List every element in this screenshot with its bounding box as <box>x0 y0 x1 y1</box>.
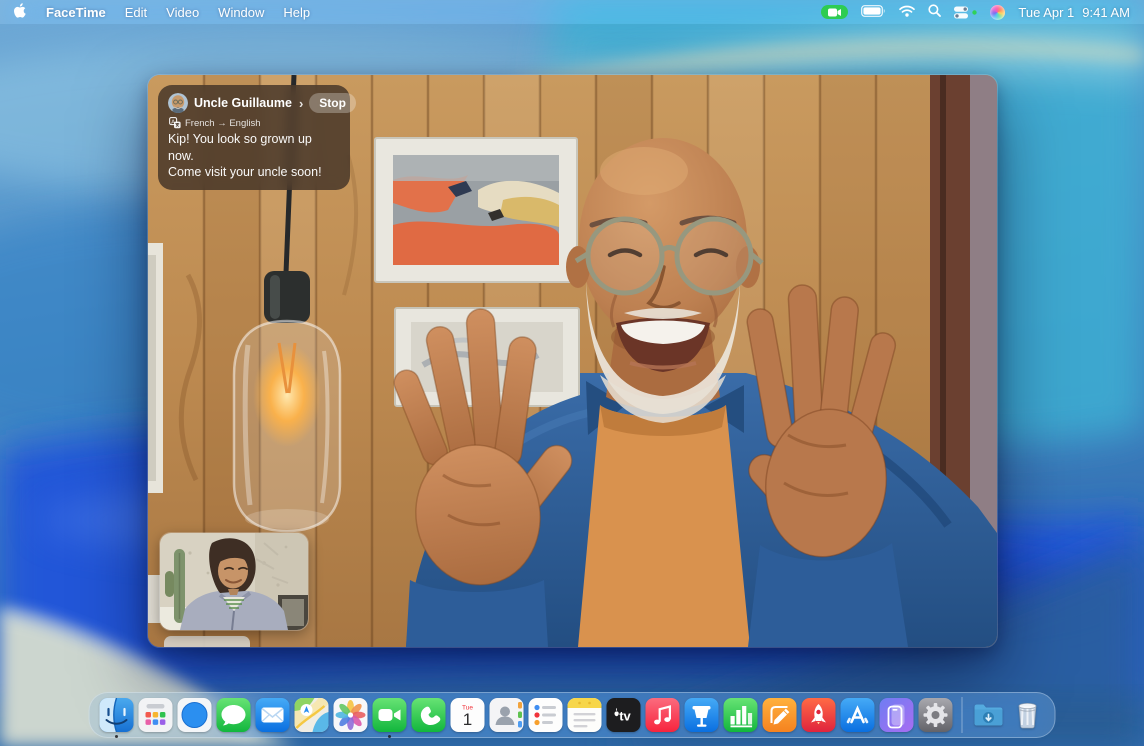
facetime-window: Uncle Guillaume › Stop A French → Englis… <box>148 75 997 647</box>
dock-icon-finder[interactable] <box>100 698 134 732</box>
dock-icon-tv[interactable]: tv <box>607 698 641 732</box>
menu-time: 9:41 AM <box>1082 5 1130 20</box>
speaker-name[interactable]: Uncle Guillaume <box>194 96 292 110</box>
dock-icon-music[interactable] <box>646 698 680 732</box>
dock-icon-maps[interactable] <box>295 698 329 732</box>
live-translation-overlay: Uncle Guillaume › Stop A French → Englis… <box>158 85 350 190</box>
menu-edit[interactable]: Edit <box>125 5 147 20</box>
dock-icon-launchpad[interactable] <box>139 698 173 732</box>
dock-icon-contacts[interactable] <box>490 698 524 732</box>
speaker-avatar <box>168 93 188 113</box>
dock-icon-trash[interactable] <box>1011 698 1045 732</box>
caption-line-2: Come visit your uncle soon! <box>168 164 340 181</box>
dock-icon-downloads[interactable] <box>972 698 1006 732</box>
wall-painting-top <box>375 138 577 282</box>
dock-icon-calendar[interactable]: Tue1 <box>451 698 485 732</box>
menu-help[interactable]: Help <box>283 5 310 20</box>
dock-icon-photos[interactable] <box>334 698 368 732</box>
dock-icon-pages[interactable] <box>763 698 797 732</box>
translation-route: French → English <box>185 118 261 129</box>
roster-peek-tile[interactable] <box>164 636 250 647</box>
running-indicator <box>115 735 118 738</box>
menu-video[interactable]: Video <box>166 5 199 20</box>
menu-window[interactable]: Window <box>218 5 264 20</box>
dock-icon-messages[interactable] <box>217 698 251 732</box>
dock-icon-notes[interactable] <box>568 698 602 732</box>
apple-menu-icon[interactable] <box>14 3 27 21</box>
dock-icon-facetime[interactable] <box>373 698 407 732</box>
dock-icon-phone[interactable] <box>412 698 446 732</box>
dock-icon-mail[interactable] <box>256 698 290 732</box>
menu-date: Tue Apr 1 <box>1018 5 1074 20</box>
dock-icon-numbers[interactable] <box>724 698 758 732</box>
wifi-icon[interactable] <box>899 5 915 20</box>
dock: Tue1 tv <box>89 692 1056 738</box>
status-green-dot <box>972 10 977 15</box>
menu-clock[interactable]: Tue Apr 1 9:41 AM <box>1018 5 1130 20</box>
svg-text:1: 1 <box>463 710 472 729</box>
stop-translation-button[interactable]: Stop <box>309 93 356 113</box>
dock-icon-games[interactable] <box>802 698 836 732</box>
running-indicator <box>388 735 391 738</box>
menu-app-name[interactable]: FaceTime <box>46 5 106 20</box>
menu-bar: FaceTime Edit Video Window Help <box>0 0 1144 24</box>
dock-icon-reminders[interactable] <box>529 698 563 732</box>
chevron-right-icon[interactable]: › <box>299 96 303 111</box>
dock-icon-keynote[interactable] <box>685 698 719 732</box>
dock-icon-iphone-mirroring[interactable] <box>880 698 914 732</box>
desktop: FaceTime Edit Video Window Help <box>0 0 1144 746</box>
dock-icon-system-settings[interactable] <box>919 698 953 732</box>
translate-icon: A <box>169 117 181 129</box>
dock-icon-app-store[interactable] <box>841 698 875 732</box>
camera-in-use-indicator[interactable] <box>821 5 848 19</box>
svg-text:tv: tv <box>619 709 631 724</box>
battery-icon[interactable] <box>861 5 886 20</box>
menu-extra-toggles-icon[interactable] <box>954 6 977 19</box>
caption-line-1: Kip! You look so grown up now. <box>168 131 340 164</box>
dock-divider <box>962 697 963 733</box>
self-view-pip[interactable] <box>160 533 308 630</box>
siri-icon[interactable] <box>990 5 1005 20</box>
dock-icon-safari[interactable] <box>178 698 212 732</box>
spotlight-search-icon[interactable] <box>928 4 941 20</box>
